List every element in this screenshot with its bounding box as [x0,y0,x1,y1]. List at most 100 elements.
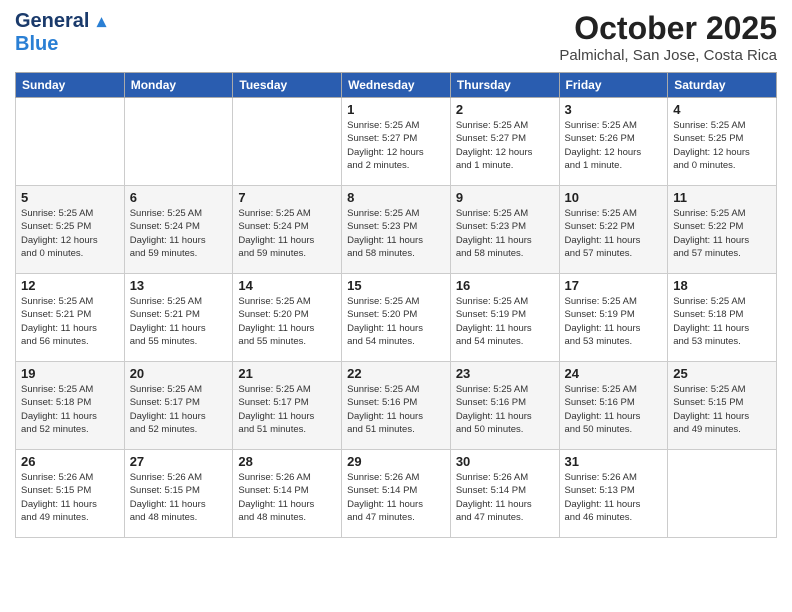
calendar-header-tuesday: Tuesday [233,73,342,98]
calendar-header-thursday: Thursday [450,73,559,98]
day-number: 8 [347,190,445,205]
calendar-cell: 20 Sunrise: 5:25 AM Sunset: 5:17 PM Dayli… [124,362,233,450]
calendar-cell: 17 Sunrise: 5:25 AM Sunset: 5:19 PM Dayli… [559,274,668,362]
day-number: 11 [673,190,771,205]
day-number: 12 [21,278,119,293]
day-number: 4 [673,102,771,117]
day-info: Sunrise: 5:26 AM Sunset: 5:14 PM Dayligh… [456,471,554,524]
day-info: Sunrise: 5:26 AM Sunset: 5:13 PM Dayligh… [565,471,663,524]
day-info: Sunrise: 5:25 AM Sunset: 5:17 PM Dayligh… [130,383,228,436]
day-info: Sunrise: 5:26 AM Sunset: 5:14 PM Dayligh… [238,471,336,524]
calendar-cell: 2 Sunrise: 5:25 AM Sunset: 5:27 PM Daylig… [450,98,559,186]
day-info: Sunrise: 5:25 AM Sunset: 5:23 PM Dayligh… [347,207,445,260]
day-info: Sunrise: 5:25 AM Sunset: 5:23 PM Dayligh… [456,207,554,260]
day-info: Sunrise: 5:25 AM Sunset: 5:22 PM Dayligh… [565,207,663,260]
calendar-cell: 3Sunrise: 5:25 AM Sunset: 5:26 PM Daylig… [559,98,668,186]
title-section: October 2025 Palmichal, San Jose, Costa … [559,10,777,64]
day-info: Sunrise: 5:25 AM Sunset: 5:18 PM Dayligh… [673,295,771,348]
day-info: Sunrise: 5:25 AM Sunset: 5:27 PM Dayligh… [456,119,554,172]
page-container: General ▴ Blue October 2025 Palmichal, S… [0,0,792,612]
day-number: 23 [456,366,554,381]
day-number: 27 [130,454,228,469]
day-info: Sunrise: 5:25 AM Sunset: 5:19 PM Dayligh… [565,295,663,348]
day-number: 9 [456,190,554,205]
day-number: 25 [673,366,771,381]
calendar-header-row: SundayMondayTuesdayWednesdayThursdayFrid… [16,73,777,98]
day-info: Sunrise: 5:26 AM Sunset: 5:15 PM Dayligh… [130,471,228,524]
calendar-cell: 5 Sunrise: 5:25 AM Sunset: 5:25 PM Daylig… [16,186,125,274]
calendar-cell: 14 Sunrise: 5:25 AM Sunset: 5:20 PM Dayli… [233,274,342,362]
calendar-cell: 16Sunrise: 5:25 AM Sunset: 5:19 PM Dayli… [450,274,559,362]
calendar-week-row: 26Sunrise: 5:26 AM Sunset: 5:15 PM Dayli… [16,450,777,538]
calendar-cell: 27 Sunrise: 5:26 AM Sunset: 5:15 PM Dayli… [124,450,233,538]
calendar-header-sunday: Sunday [16,73,125,98]
day-number: 21 [238,366,336,381]
day-number: 30 [456,454,554,469]
calendar-cell: 26Sunrise: 5:26 AM Sunset: 5:15 PM Dayli… [16,450,125,538]
logo-blue: Blue [15,33,58,55]
calendar-cell [233,98,342,186]
day-info: Sunrise: 5:25 AM Sunset: 5:25 PM Dayligh… [21,207,119,260]
calendar-cell: 6Sunrise: 5:25 AM Sunset: 5:24 PM Daylig… [124,186,233,274]
day-number: 31 [565,454,663,469]
day-info: Sunrise: 5:25 AM Sunset: 5:16 PM Dayligh… [456,383,554,436]
day-number: 15 [347,278,445,293]
day-number: 3 [565,102,663,117]
day-info: Sunrise: 5:25 AM Sunset: 5:17 PM Dayligh… [238,383,336,436]
day-number: 13 [130,278,228,293]
calendar-cell: 18Sunrise: 5:25 AM Sunset: 5:18 PM Dayli… [668,274,777,362]
calendar-header-wednesday: Wednesday [342,73,451,98]
day-info: Sunrise: 5:25 AM Sunset: 5:15 PM Dayligh… [673,383,771,436]
day-number: 22 [347,366,445,381]
calendar-cell [668,450,777,538]
day-info: Sunrise: 5:25 AM Sunset: 5:16 PM Dayligh… [565,383,663,436]
day-info: Sunrise: 5:25 AM Sunset: 5:18 PM Dayligh… [21,383,119,436]
calendar-cell: 31 Sunrise: 5:26 AM Sunset: 5:13 PM Dayli… [559,450,668,538]
day-info: Sunrise: 5:25 AM Sunset: 5:24 PM Dayligh… [130,207,228,260]
location: Palmichal, San Jose, Costa Rica [559,47,777,64]
calendar-cell: 8 Sunrise: 5:25 AM Sunset: 5:23 PM Daylig… [342,186,451,274]
month-title: October 2025 [559,10,777,47]
calendar-table: SundayMondayTuesdayWednesdayThursdayFrid… [15,72,777,538]
calendar-header-monday: Monday [124,73,233,98]
logo-wrapper: General ▴ Blue [15,10,106,56]
logo-bird-icon: ▴ [97,11,106,32]
calendar-cell: 9 Sunrise: 5:25 AM Sunset: 5:23 PM Daylig… [450,186,559,274]
calendar-cell: 24 Sunrise: 5:25 AM Sunset: 5:16 PM Dayli… [559,362,668,450]
day-info: Sunrise: 5:25 AM Sunset: 5:20 PM Dayligh… [238,295,336,348]
calendar-header-saturday: Saturday [668,73,777,98]
day-number: 7 [238,190,336,205]
day-number: 20 [130,366,228,381]
day-number: 2 [456,102,554,117]
day-number: 24 [565,366,663,381]
day-number: 28 [238,454,336,469]
calendar-cell [124,98,233,186]
calendar-cell: 1Sunrise: 5:25 AM Sunset: 5:27 PM Daylig… [342,98,451,186]
calendar-cell: 13 Sunrise: 5:25 AM Sunset: 5:21 PM Dayli… [124,274,233,362]
day-number: 5 [21,190,119,205]
calendar-cell: 4 Sunrise: 5:25 AM Sunset: 5:25 PM Daylig… [668,98,777,186]
calendar-cell: 29 Sunrise: 5:26 AM Sunset: 5:14 PM Dayli… [342,450,451,538]
day-number: 1 [347,102,445,117]
day-number: 16 [456,278,554,293]
logo: General ▴ Blue [15,10,106,56]
day-info: Sunrise: 5:26 AM Sunset: 5:14 PM Dayligh… [347,471,445,524]
day-number: 29 [347,454,445,469]
calendar-cell: 19 Sunrise: 5:25 AM Sunset: 5:18 PM Dayli… [16,362,125,450]
calendar-week-row: 1 Sunrise: 5:25 AM Sunset: 5:27 PM Daylig… [16,98,777,186]
day-info: Sunrise: 5:25 AM Sunset: 5:21 PM Dayligh… [130,295,228,348]
calendar-week-row: 19 Sunrise: 5:25 AM Sunset: 5:18 PM Dayli… [16,362,777,450]
day-number: 14 [238,278,336,293]
calendar-cell: 23 Sunrise: 5:25 AM Sunset: 5:16 PM Dayli… [450,362,559,450]
calendar-week-row: 12 Sunrise: 5:25 AM Sunset: 5:21 PM Dayli… [16,274,777,362]
calendar-cell: 15Sunrise: 5:25 AM Sunset: 5:20 PM Dayli… [342,274,451,362]
day-number: 17 [565,278,663,293]
day-info: Sunrise: 5:26 AM Sunset: 5:15 PM Dayligh… [21,471,119,524]
day-info: Sunrise: 5:25 AM Sunset: 5:22 PM Dayligh… [673,207,771,260]
day-number: 19 [21,366,119,381]
calendar-cell: 25 Sunrise: 5:25 AM Sunset: 5:15 PM Dayli… [668,362,777,450]
calendar-header-friday: Friday [559,73,668,98]
calendar-cell: 21 Sunrise: 5:25 AM Sunset: 5:17 PM Dayli… [233,362,342,450]
day-info: Sunrise: 5:25 AM Sunset: 5:16 PM Dayligh… [347,383,445,436]
day-info: Sunrise: 5:25 AM Sunset: 5:25 PM Dayligh… [673,119,771,172]
